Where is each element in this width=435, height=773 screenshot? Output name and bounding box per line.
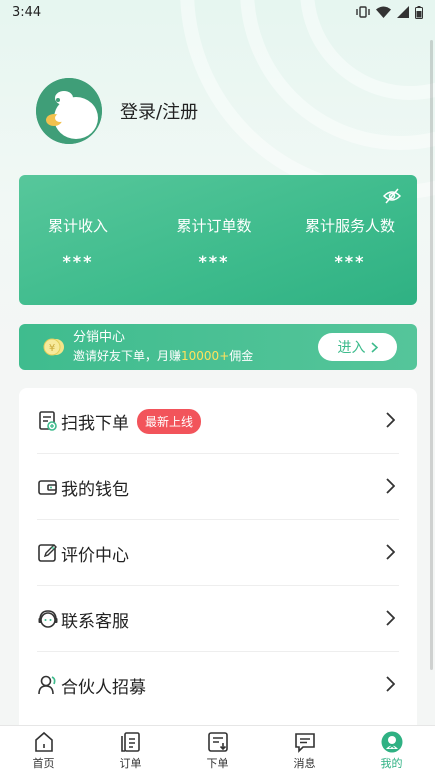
stat-value: ***: [62, 252, 94, 271]
signal-icon: [397, 6, 409, 18]
stat-income: 累计收入 ***: [37, 215, 119, 271]
message-icon: [294, 733, 315, 753]
partner-icon: [38, 675, 56, 695]
wifi-icon: [376, 6, 391, 18]
stat-orders: 累计订单数 ***: [159, 215, 269, 271]
menu-item-wallet[interactable]: 我的钱包: [19, 454, 417, 520]
menu-item-label: 合伙人招募: [61, 677, 146, 698]
stat-label: 累计服务人数: [304, 217, 395, 235]
orders-icon: [120, 732, 140, 752]
menu-item-label: 评价中心: [61, 545, 129, 566]
distribution-banner[interactable]: ¥ 分销中心 邀请好友下单，月赚10000+佣金 进入: [19, 324, 417, 370]
new-badge: 最新上线: [137, 408, 202, 434]
enter-button[interactable]: 进入: [318, 333, 397, 361]
chevron-right-icon: [370, 341, 378, 353]
bottom-tab-bar: 首页 订单 下单 消息 我的: [0, 725, 435, 773]
tab-label: 我的: [380, 757, 403, 770]
menu-card: 扫我下单 最新上线 我的钱包 评价中心 联系客服 合伙人招募: [19, 388, 417, 728]
login-register-link[interactable]: 登录/注册: [120, 98, 198, 124]
profile-section[interactable]: 登录/注册: [36, 78, 198, 144]
chevron-right-icon: [386, 544, 395, 560]
svg-text:¥: ¥: [49, 343, 55, 354]
distribution-title: 分销中心: [73, 330, 126, 345]
place-order-icon: [207, 732, 228, 752]
chevron-right-icon: [386, 610, 395, 626]
stat-customers: 累计服务人数 ***: [291, 215, 409, 271]
tab-label: 订单: [119, 757, 142, 770]
tab-profile[interactable]: 我的: [348, 726, 435, 773]
menu-item-label: 我的钱包: [61, 479, 129, 500]
stat-value: ***: [198, 252, 230, 271]
profile-icon: [381, 731, 402, 753]
tab-orders[interactable]: 订单: [87, 726, 174, 773]
chevron-right-icon: [386, 412, 395, 428]
chevron-right-icon: [386, 676, 395, 692]
stat-label: 累计订单数: [176, 217, 252, 235]
coin-icon: ¥: [43, 338, 64, 356]
distribution-subtitle: 邀请好友下单，月赚10000+佣金: [73, 349, 254, 363]
customer-service-icon: [38, 610, 58, 628]
chevron-right-icon: [386, 478, 395, 494]
menu-item-customer-service[interactable]: 联系客服: [19, 586, 417, 652]
vibrate-icon: [356, 6, 370, 18]
mascot-icon: [36, 78, 102, 144]
tab-label: 消息: [293, 757, 316, 770]
battery-icon: [415, 5, 423, 19]
enter-button-label: 进入: [337, 340, 366, 356]
menu-item-label: 扫我下单: [61, 413, 129, 434]
menu-item-scan-order[interactable]: 扫我下单 最新上线: [19, 388, 417, 454]
avatar[interactable]: [36, 78, 102, 144]
stat-label: 累计收入: [47, 217, 108, 235]
tab-label: 下单: [206, 757, 229, 770]
menu-item-review[interactable]: 评价中心: [19, 520, 417, 586]
tab-home[interactable]: 首页: [0, 726, 87, 773]
stat-value: ***: [334, 252, 366, 271]
home-icon: [34, 731, 53, 752]
stats-card: 累计收入 *** 累计订单数 *** 累计服务人数 ***: [19, 175, 417, 305]
edit-review-icon: [38, 544, 57, 562]
eye-hidden-icon[interactable]: [383, 187, 401, 205]
menu-item-label: 联系客服: [61, 611, 129, 632]
scrollbar[interactable]: [430, 40, 433, 670]
tab-place-order[interactable]: 下单: [174, 726, 261, 773]
status-bar: 3:44: [0, 0, 435, 24]
status-time: 3:44: [12, 4, 42, 20]
menu-item-partner[interactable]: 合伙人招募: [19, 652, 417, 718]
wallet-icon: [38, 480, 57, 495]
tab-messages[interactable]: 消息: [261, 726, 348, 773]
tab-label: 首页: [32, 757, 55, 770]
scan-order-icon: [39, 411, 57, 431]
